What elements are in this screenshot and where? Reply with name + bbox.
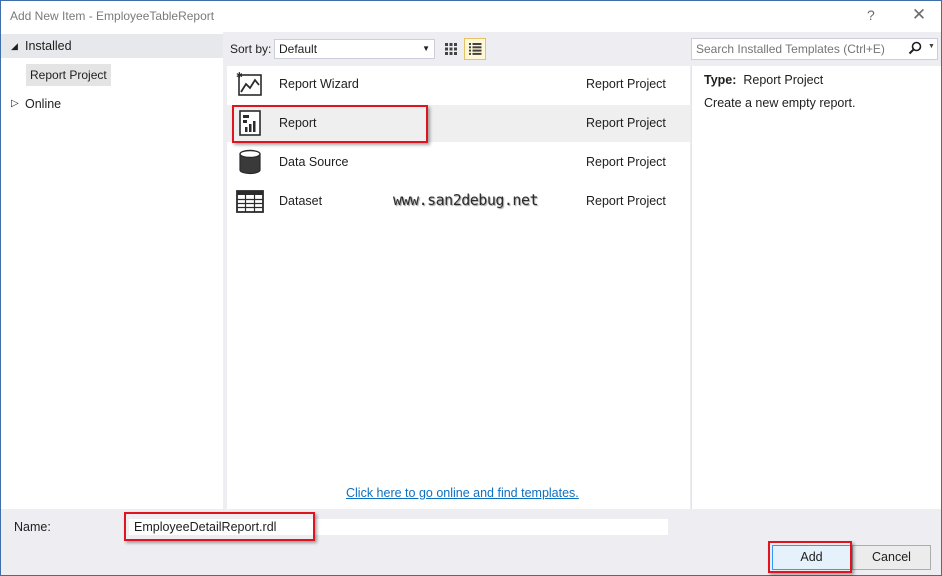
add-button-highlight: [768, 541, 852, 573]
type-value: Report Project: [743, 73, 824, 87]
search-icon[interactable]: [908, 41, 922, 55]
watermark-text: www.san2debug.net: [393, 191, 539, 209]
template-type: Report Project: [586, 194, 666, 208]
help-button[interactable]: ?: [867, 7, 875, 23]
template-type-info: Type: Report Project: [704, 73, 823, 87]
list-view-button[interactable]: [464, 38, 486, 60]
sort-by-label: Sort by:: [230, 42, 272, 56]
window-title: Add New Item - EmployeeTableReport: [10, 9, 215, 23]
grid-view-button[interactable]: [441, 39, 461, 59]
template-type: Report Project: [586, 116, 666, 130]
sort-by-value: Default: [279, 42, 318, 56]
name-field-highlight: [124, 512, 315, 541]
collapsed-arrow-icon[interactable]: ▷: [11, 92, 19, 116]
type-label: Type:: [704, 73, 737, 87]
template-type: Report Project: [586, 77, 666, 91]
report-wizard-icon: ✱: [236, 71, 262, 96]
svg-text:✱: ✱: [236, 71, 243, 80]
add-new-item-dialog: Add New Item - EmployeeTableReport ? ✕ ◢…: [0, 0, 942, 576]
template-search-box[interactable]: ▼: [691, 38, 938, 60]
chevron-down-icon: ▼: [422, 44, 430, 53]
title-bar: Add New Item - EmployeeTableReport ? ✕: [1, 1, 941, 32]
template-description: Create a new empty report.: [704, 96, 856, 110]
search-input[interactable]: [696, 42, 906, 56]
close-button[interactable]: ✕: [909, 5, 929, 25]
template-name: Report Wizard: [279, 77, 359, 91]
template-type: Report Project: [586, 155, 666, 169]
template-name: Dataset: [279, 194, 323, 208]
tree-item-label: Online: [25, 97, 62, 111]
tree-item-installed[interactable]: ◢ Installed: [1, 34, 223, 58]
template-name: Data Source: [279, 155, 349, 169]
dataset-icon: [236, 190, 264, 213]
data-source-icon: [239, 149, 261, 175]
name-label: Name:: [14, 520, 51, 534]
grid-view-icon: [445, 43, 457, 55]
cancel-button[interactable]: Cancel: [852, 545, 931, 570]
find-templates-online-link[interactable]: Click here to go online and find templat…: [346, 486, 579, 500]
template-details-panel: Type: Report Project Create a new empty …: [691, 66, 941, 509]
toolbar: Sort by: Default ▼ Search Installed Temp…: [223, 32, 941, 66]
template-category-tree: ◢ Installed Report Project ▷ Online: [1, 32, 223, 509]
search-options-chevron-icon[interactable]: ▼: [928, 43, 935, 50]
sort-by-dropdown[interactable]: Default ▼: [274, 39, 435, 59]
template-row-report-wizard[interactable]: ✱ Report Wizard Report Project: [227, 66, 690, 103]
list-view-icon: [468, 43, 481, 55]
expanded-arrow-icon[interactable]: ◢: [11, 34, 18, 58]
tree-item-label: Installed: [25, 39, 72, 53]
tree-item-online[interactable]: ▷ Online: [1, 92, 223, 116]
tree-item-report-project[interactable]: Report Project: [26, 64, 111, 86]
template-row-data-source[interactable]: Data Source Report Project: [227, 144, 690, 181]
report-template-highlight: [232, 105, 428, 143]
